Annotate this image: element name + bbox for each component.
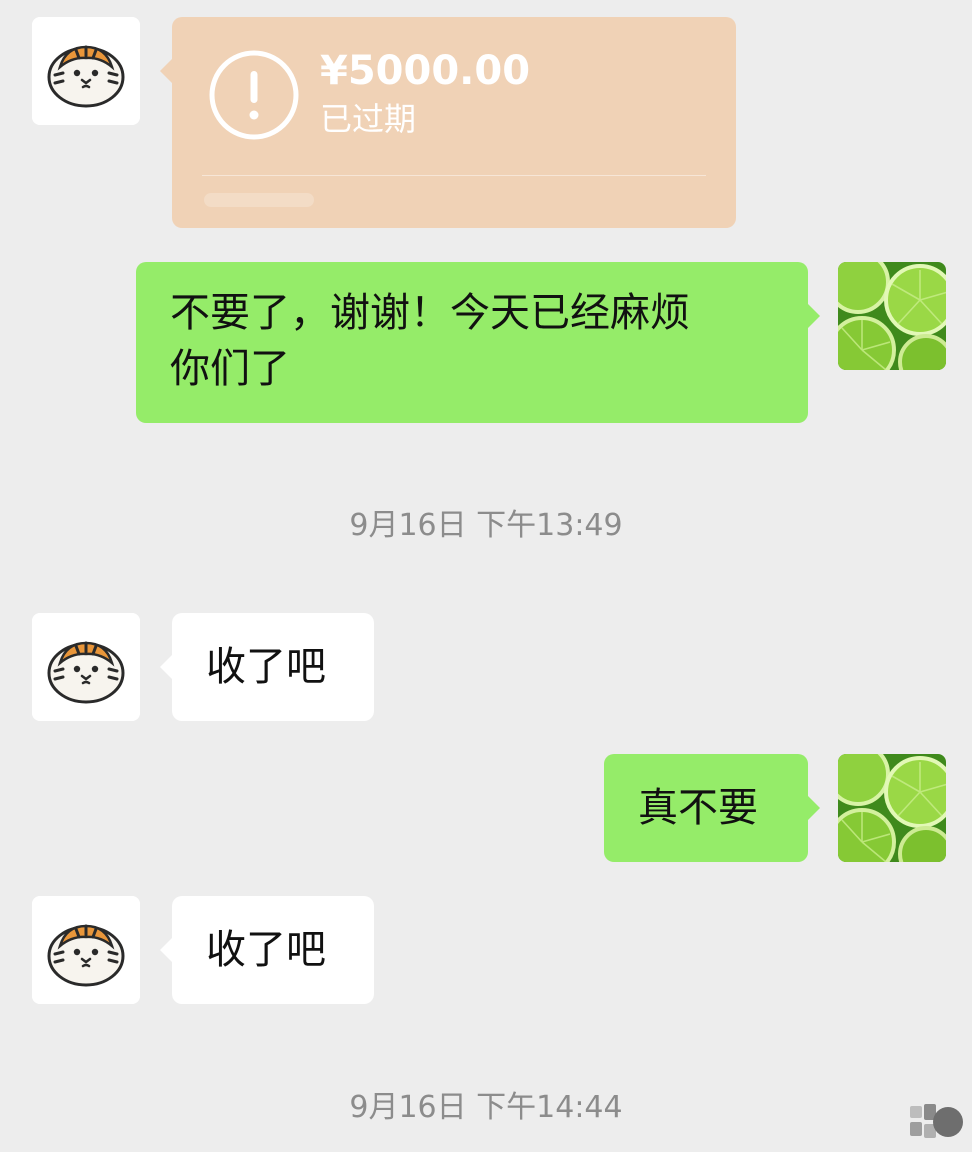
contact-avatar[interactable] [32, 613, 140, 721]
message-text-line: 你们了 [170, 346, 290, 392]
alert-circle-icon [209, 50, 299, 140]
transfer-divider [202, 175, 706, 176]
contact-avatar[interactable] [32, 17, 140, 125]
transfer-amount: ¥5000.00 [320, 48, 531, 94]
self-avatar[interactable] [838, 754, 946, 862]
chat-timestamp: 9月16日 下午13:49 [349, 508, 623, 543]
tiger-avatar-icon [32, 17, 140, 125]
message-text: 收了吧 [206, 644, 326, 690]
message-text: 真不要 [638, 785, 758, 831]
tiger-avatar-icon [32, 896, 140, 1004]
tiger-avatar-icon [32, 613, 140, 721]
transfer-status: 已过期 [320, 100, 417, 138]
lime-avatar-icon [838, 262, 946, 370]
chat-timestamp: 9月16日 下午14:44 [349, 1090, 623, 1125]
contact-avatar[interactable] [32, 896, 140, 1004]
watermark-logo-icon [910, 1104, 963, 1138]
transfer-footer-blurred [204, 193, 314, 207]
message-text: 收了吧 [206, 927, 326, 973]
sent-message-bubble[interactable]: 不要了，谢谢！今天已经麻烦 你们了 [136, 262, 820, 423]
lime-avatar-icon [838, 754, 946, 862]
received-message-bubble[interactable]: 收了吧 [160, 896, 374, 1004]
received-message-bubble[interactable]: 收了吧 [160, 613, 374, 721]
transfer-card[interactable]: ¥5000.00 已过期 [160, 17, 736, 228]
sent-message-bubble[interactable]: 真不要 [604, 754, 820, 862]
self-avatar[interactable] [838, 262, 946, 370]
message-text-line: 不要了，谢谢！今天已经麻烦 [170, 290, 690, 336]
